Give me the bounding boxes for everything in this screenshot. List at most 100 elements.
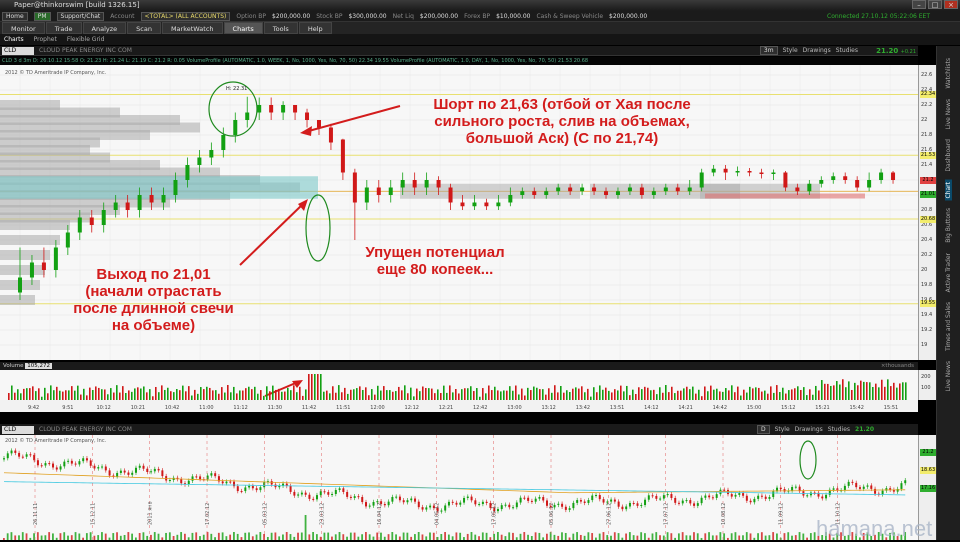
volume-bar <box>59 390 61 400</box>
lower-studies-menu[interactable]: Studies <box>828 426 850 433</box>
account-select[interactable]: <TOTAL> (ALL ACCOUNTS) <box>140 11 231 21</box>
subtab-charts[interactable]: Charts <box>4 36 24 43</box>
sidebar-item-dashboard[interactable]: Dashboard <box>945 137 952 174</box>
volume-chart[interactable] <box>0 370 918 400</box>
volume-bar <box>266 386 268 400</box>
volume-bar <box>20 393 22 400</box>
price-tick-label: 22.6 <box>921 72 933 78</box>
tab-scan[interactable]: Scan <box>127 22 161 34</box>
tab-help[interactable]: Help <box>298 22 332 34</box>
support-chat-button[interactable]: Support/Chat <box>56 11 105 21</box>
style-menu[interactable]: Style <box>783 47 798 54</box>
volume-bar <box>134 388 136 400</box>
volume-bar <box>530 390 532 400</box>
daily-chart[interactable]: 26.11.11 15.12.11 2011 янв 17.02.12 05.03.12… <box>0 435 918 540</box>
pm-badge[interactable]: PM <box>33 11 51 21</box>
upper-price-axis[interactable]: 22.622.422.22221.821.621.421.22120.820.6… <box>918 65 936 360</box>
daily-candles <box>3 448 907 514</box>
subtab-prophet[interactable]: Prophet <box>34 36 57 43</box>
volume-bar <box>641 389 643 400</box>
company-name: CLOUD PEAK ENERGY INC COM <box>39 47 132 54</box>
daily-volume-bar <box>104 533 107 540</box>
daily-volume-bar <box>549 532 552 540</box>
tab-charts[interactable]: Charts <box>223 22 263 34</box>
lower-timeframe-button[interactable]: D <box>756 425 770 434</box>
candle <box>352 168 357 240</box>
daily-volume-bar <box>323 532 326 540</box>
volume-bar <box>860 380 862 400</box>
daily-volume-bar <box>757 533 759 540</box>
daily-volume-bar <box>202 534 205 540</box>
volume-bar <box>350 389 352 400</box>
tab-analyze[interactable]: Analyze <box>82 22 127 34</box>
volume-bar <box>638 387 640 400</box>
volume-bar <box>566 390 568 400</box>
time-tick-label: 13:12 <box>541 405 555 411</box>
symbol-input[interactable]: CLD <box>2 46 34 55</box>
volume-bar <box>683 388 685 400</box>
daily-volume-bar <box>787 532 790 540</box>
daily-price-tag: 17.16 <box>920 485 936 492</box>
sidebar-item-live-news[interactable]: Live News <box>945 359 952 393</box>
volume-bar <box>71 386 73 400</box>
date-tick-label: 05.03.12 <box>262 503 268 525</box>
account-bar: Home PM Support/Chat Account <TOTAL> (AL… <box>0 11 960 22</box>
maximize-icon[interactable]: □ <box>928 0 942 9</box>
daily-volume-bar <box>617 533 620 540</box>
volume-bar <box>764 390 766 400</box>
daily-volume-bar <box>67 535 69 540</box>
sidebar-item-active-trader[interactable]: Active Trader <box>945 251 952 294</box>
daily-volume-bar <box>342 534 345 540</box>
daily-volume-bar <box>447 534 450 540</box>
tab-trade[interactable]: Trade <box>45 22 82 34</box>
volume-bar <box>677 390 679 400</box>
volume-bar <box>863 381 865 400</box>
daily-volume-bar <box>481 532 484 540</box>
volume-bar <box>50 385 52 400</box>
volume-bar <box>707 391 709 400</box>
price-tag: 21.01 <box>920 190 936 198</box>
studies-menu[interactable]: Studies <box>836 47 858 54</box>
volume-bar <box>578 388 580 400</box>
candle <box>711 165 716 177</box>
lower-style-menu[interactable]: Style <box>775 426 790 433</box>
price-tick-label: 22.2 <box>921 102 933 108</box>
volume-bar <box>827 383 829 400</box>
volume-bar <box>92 390 94 400</box>
home-button[interactable]: Home <box>2 11 28 21</box>
daily-volume-bar <box>259 532 262 540</box>
sidebar-item-live-news[interactable]: Live News <box>945 97 952 131</box>
daily-volume-bar <box>455 532 458 540</box>
exit-annotation: Выход по 21,01 (начали отрастать после д… <box>73 266 234 334</box>
tab-marketwatch[interactable]: MarketWatch <box>161 22 223 34</box>
sidebar-item-chart[interactable]: Chart <box>945 179 952 201</box>
lower-symbol-input[interactable]: CLD <box>2 425 34 434</box>
subtab-flexible-grid[interactable]: Flexible Grid <box>67 36 105 43</box>
lower-drawings-menu[interactable]: Drawings <box>795 426 823 433</box>
daily-volume-bar <box>655 532 658 540</box>
missed-annotation: Упущен потенциал еще 80 копеек... <box>365 244 505 278</box>
volume-bar <box>722 391 724 400</box>
minimize-icon[interactable]: – <box>912 0 926 9</box>
date-tick-label: 2011 янв <box>148 501 154 525</box>
time-tick-label: 12:12 <box>405 405 419 411</box>
close-icon[interactable]: × <box>944 0 958 9</box>
sidebar-item-big-buttons[interactable]: Big Buttons <box>945 206 952 245</box>
timeframe-button[interactable]: 3m <box>759 46 778 55</box>
sidebar-item-times-and-sales[interactable]: Times and Sales <box>945 300 952 353</box>
volume-bar <box>506 390 508 400</box>
tab-tools[interactable]: Tools <box>263 22 298 34</box>
volume-bar <box>851 389 853 400</box>
sidebar-item-watchlists[interactable]: Watchlists <box>945 56 952 91</box>
upper-price-change: +0.21 <box>900 49 916 55</box>
daily-chart-svg[interactable]: 26.11.11 15.12.11 2011 янв 17.02.12 05.03.12… <box>0 435 918 540</box>
date-tick-label: 10.08.12 <box>721 503 727 525</box>
daily-volume-bar <box>440 534 443 540</box>
drawings-menu[interactable]: Drawings <box>803 47 831 54</box>
daily-volume-bar <box>225 536 228 540</box>
tab-monitor[interactable]: Monitor <box>2 22 45 34</box>
daily-volume-bar <box>153 532 156 540</box>
price-tick-label: 21.4 <box>921 162 933 168</box>
daily-volume-bar <box>500 534 503 540</box>
volume-bar <box>200 387 202 400</box>
